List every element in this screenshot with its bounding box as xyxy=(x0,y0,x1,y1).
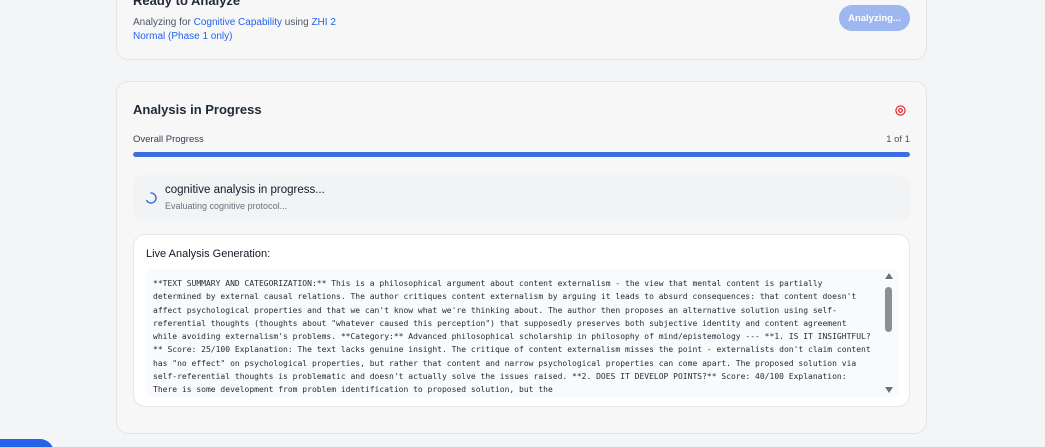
live-analysis-panel: Live Analysis Generation: **TEXT SUMMARY… xyxy=(133,234,910,407)
scroll-down-arrow-icon[interactable] xyxy=(885,387,893,393)
ready-title: Ready to Analyze xyxy=(133,0,241,8)
model-link: ZHI 2 xyxy=(311,17,336,28)
loading-spinner-icon xyxy=(145,192,157,204)
status-subtitle: Evaluating cognitive protocol... xyxy=(165,201,288,211)
live-analysis-label: Live Analysis Generation: xyxy=(146,248,271,260)
analysis-config-text: Analyzing for Cognitive Capability using… xyxy=(133,16,353,44)
progress-title: Analysis in Progress xyxy=(133,102,262,117)
overall-progress-label: Overall Progress xyxy=(133,134,204,145)
scrollbar[interactable] xyxy=(884,269,894,397)
live-analysis-output[interactable]: **TEXT SUMMARY AND CATEGORIZATION:** Thi… xyxy=(146,269,899,397)
scrollbar-thumb[interactable] xyxy=(885,287,892,332)
analysis-progress-card: Analysis in Progress Overall Progress 1 … xyxy=(116,81,927,434)
status-row: cognitive analysis in progress... Evalua… xyxy=(133,175,910,221)
overall-progress-count: 1 of 1 xyxy=(886,134,910,145)
capability-link: Cognitive Capability xyxy=(193,17,282,28)
ready-to-analyze-card: Ready to Analyze Analyzing for Cognitive… xyxy=(116,0,927,60)
overall-progress-bar xyxy=(133,152,910,157)
analyzing-for-label: Analyzing for xyxy=(133,17,194,28)
floating-action-button[interactable] xyxy=(0,439,54,447)
x-circle-icon[interactable] xyxy=(895,105,906,116)
mode-link: Normal (Phase 1 only) xyxy=(133,31,233,42)
status-title: cognitive analysis in progress... xyxy=(165,184,325,196)
using-label: using xyxy=(281,17,312,28)
analyzing-button[interactable]: Analyzing... xyxy=(839,5,910,31)
scroll-up-arrow-icon[interactable] xyxy=(885,273,893,279)
live-analysis-text: **TEXT SUMMARY AND CATEGORIZATION:** Thi… xyxy=(153,279,876,395)
overall-progress-fill xyxy=(133,152,910,157)
